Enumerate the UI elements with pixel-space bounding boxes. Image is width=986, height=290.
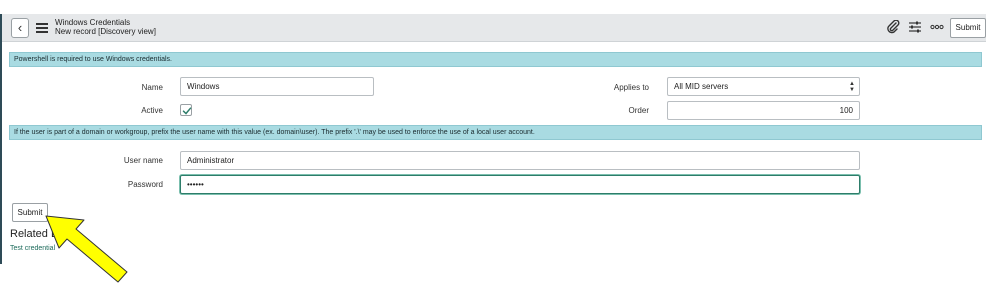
applies-to-select[interactable]: All MID servers ▲ ▼ xyxy=(667,77,860,96)
annotation-arrow xyxy=(45,215,128,283)
order-field[interactable]: 100 xyxy=(667,101,860,120)
domain-info-banner: If the user is part of a domain or workg… xyxy=(9,125,982,140)
username-field[interactable]: Administrator xyxy=(180,151,860,170)
sliders-icon[interactable] xyxy=(908,20,922,38)
active-checkbox[interactable] xyxy=(180,104,192,116)
page-subtitle: New record [Discovery view] xyxy=(55,27,156,36)
page: ‹ Windows Credentials New record [Discov… xyxy=(0,0,986,290)
test-credential-link[interactable]: Test credential xyxy=(10,245,55,252)
back-button[interactable]: ‹ xyxy=(11,18,29,38)
paperclip-icon[interactable] xyxy=(886,19,900,38)
checkmark-icon xyxy=(182,107,192,115)
header-submit-button[interactable]: Submit xyxy=(950,18,986,38)
submit-button[interactable]: Submit xyxy=(12,203,48,222)
title-block: Windows Credentials New record [Discover… xyxy=(55,18,156,36)
password-field[interactable]: •••••• xyxy=(180,175,860,194)
more-icon[interactable] xyxy=(930,20,944,39)
applies-to-label: Applies to xyxy=(613,83,649,92)
applies-to-value: All MID servers xyxy=(674,82,729,91)
hamburger-icon[interactable] xyxy=(36,23,48,33)
name-field[interactable]: Windows xyxy=(180,77,374,96)
username-label: User name xyxy=(123,156,163,165)
powershell-info-banner: Powershell is required to use Windows cr… xyxy=(9,52,982,67)
select-arrows-icon: ▲ ▼ xyxy=(849,81,855,93)
related-links-heading: Related Links xyxy=(10,228,77,240)
name-label: Name xyxy=(141,83,163,92)
page-title: Windows Credentials xyxy=(55,18,131,27)
form-header: ‹ Windows Credentials New record [Discov… xyxy=(2,14,986,42)
order-label: Order xyxy=(628,106,649,115)
chevron-left-icon: ‹ xyxy=(17,20,23,35)
active-label: Active xyxy=(141,106,163,115)
left-rail xyxy=(0,14,2,264)
password-label: Password xyxy=(127,180,163,189)
